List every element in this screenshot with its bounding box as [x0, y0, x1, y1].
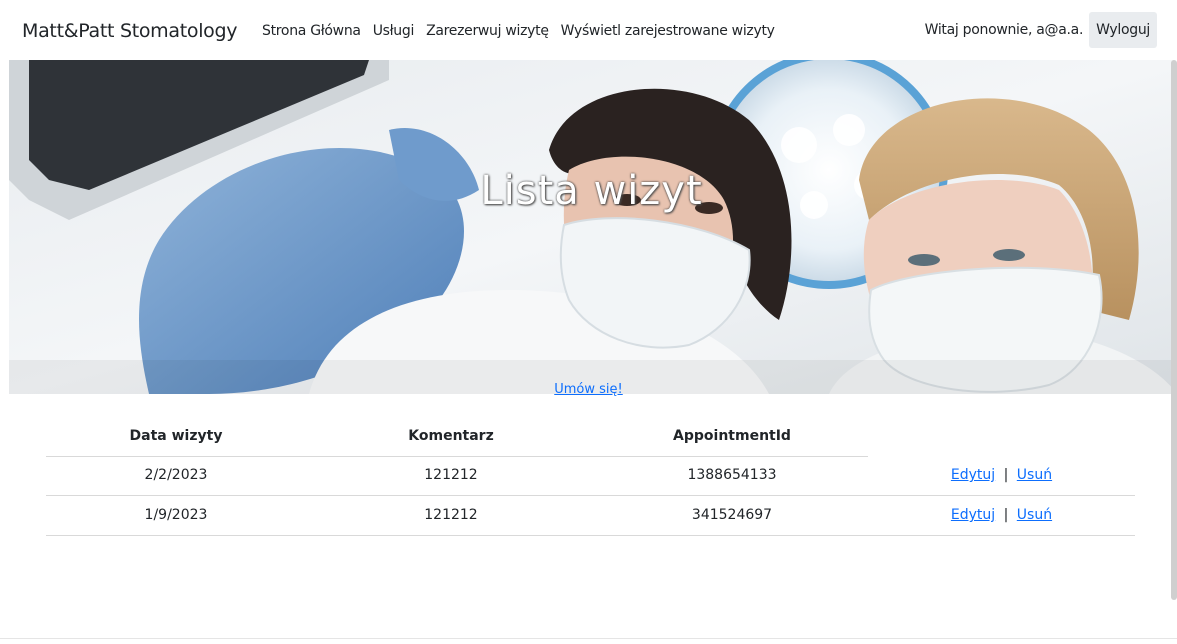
- table-row: 1/9/2023 121212 341524697 Edytuj | Usuń: [46, 496, 1135, 536]
- page-title: Lista wizyt: [480, 168, 703, 214]
- action-separator: |: [1003, 467, 1009, 483]
- nav-link-home[interactable]: Strona Główna: [262, 23, 361, 39]
- column-header-date: Data wizyty: [129, 428, 223, 444]
- book-appointment-link-text[interactable]: Umów się!: [554, 382, 623, 397]
- nav-link-book-appointment[interactable]: Zarezerwuj wizytę: [426, 23, 549, 39]
- cell-comment: 121212: [424, 467, 478, 483]
- delete-link[interactable]: Usuń: [1017, 467, 1052, 483]
- user-greeting-link[interactable]: Witaj ponownie, a@a.a.: [925, 22, 1084, 38]
- delete-link[interactable]: Usuń: [1017, 507, 1052, 523]
- edit-link[interactable]: Edytuj: [951, 467, 995, 483]
- column-header-appointment-id: AppointmentId: [673, 428, 791, 444]
- appointments-table: Data wizyty Komentarz AppointmentId 2/2/…: [46, 418, 1135, 536]
- logout-button[interactable]: Wyloguj: [1089, 12, 1157, 48]
- brand-link[interactable]: Matt&Patt Stomatology: [22, 20, 238, 42]
- cell-date: 2/2/2023: [144, 467, 208, 483]
- nav-links: Strona Główna Usługi Zarezerwuj wizytę W…: [262, 23, 775, 39]
- cell-comment: 121212: [424, 507, 478, 523]
- cell-appointment-id: 341524697: [691, 507, 773, 523]
- table-header: Data wizyty Komentarz AppointmentId: [46, 418, 1135, 457]
- action-separator: |: [1003, 507, 1009, 523]
- hero-banner: Lista wizyt: [9, 60, 1174, 394]
- cell-appointment-id: 1388654133: [687, 467, 777, 483]
- row-actions: Edytuj | Usuń: [868, 507, 1135, 523]
- edit-link[interactable]: Edytuj: [951, 507, 995, 523]
- nav-link-view-appointments[interactable]: Wyświetl zarejestrowane wizyty: [561, 23, 775, 39]
- cell-date: 1/9/2023: [144, 507, 208, 523]
- column-header-comment: Komentarz: [408, 428, 494, 444]
- book-appointment-link: Umów się!: [0, 382, 1177, 397]
- nav-link-services[interactable]: Usługi: [373, 23, 415, 39]
- footer-divider: [0, 638, 1177, 639]
- navbar: Matt&Patt Stomatology Strona Główna Usłu…: [0, 0, 1177, 60]
- hero-image: [9, 60, 1174, 394]
- table-row: 2/2/2023 121212 1388654133 Edytuj | Usuń: [46, 456, 1135, 496]
- page-scrollbar[interactable]: [1171, 60, 1177, 600]
- nav-user-area: Witaj ponownie, a@a.a. Wyloguj: [925, 12, 1157, 48]
- row-actions: Edytuj | Usuń: [868, 467, 1135, 483]
